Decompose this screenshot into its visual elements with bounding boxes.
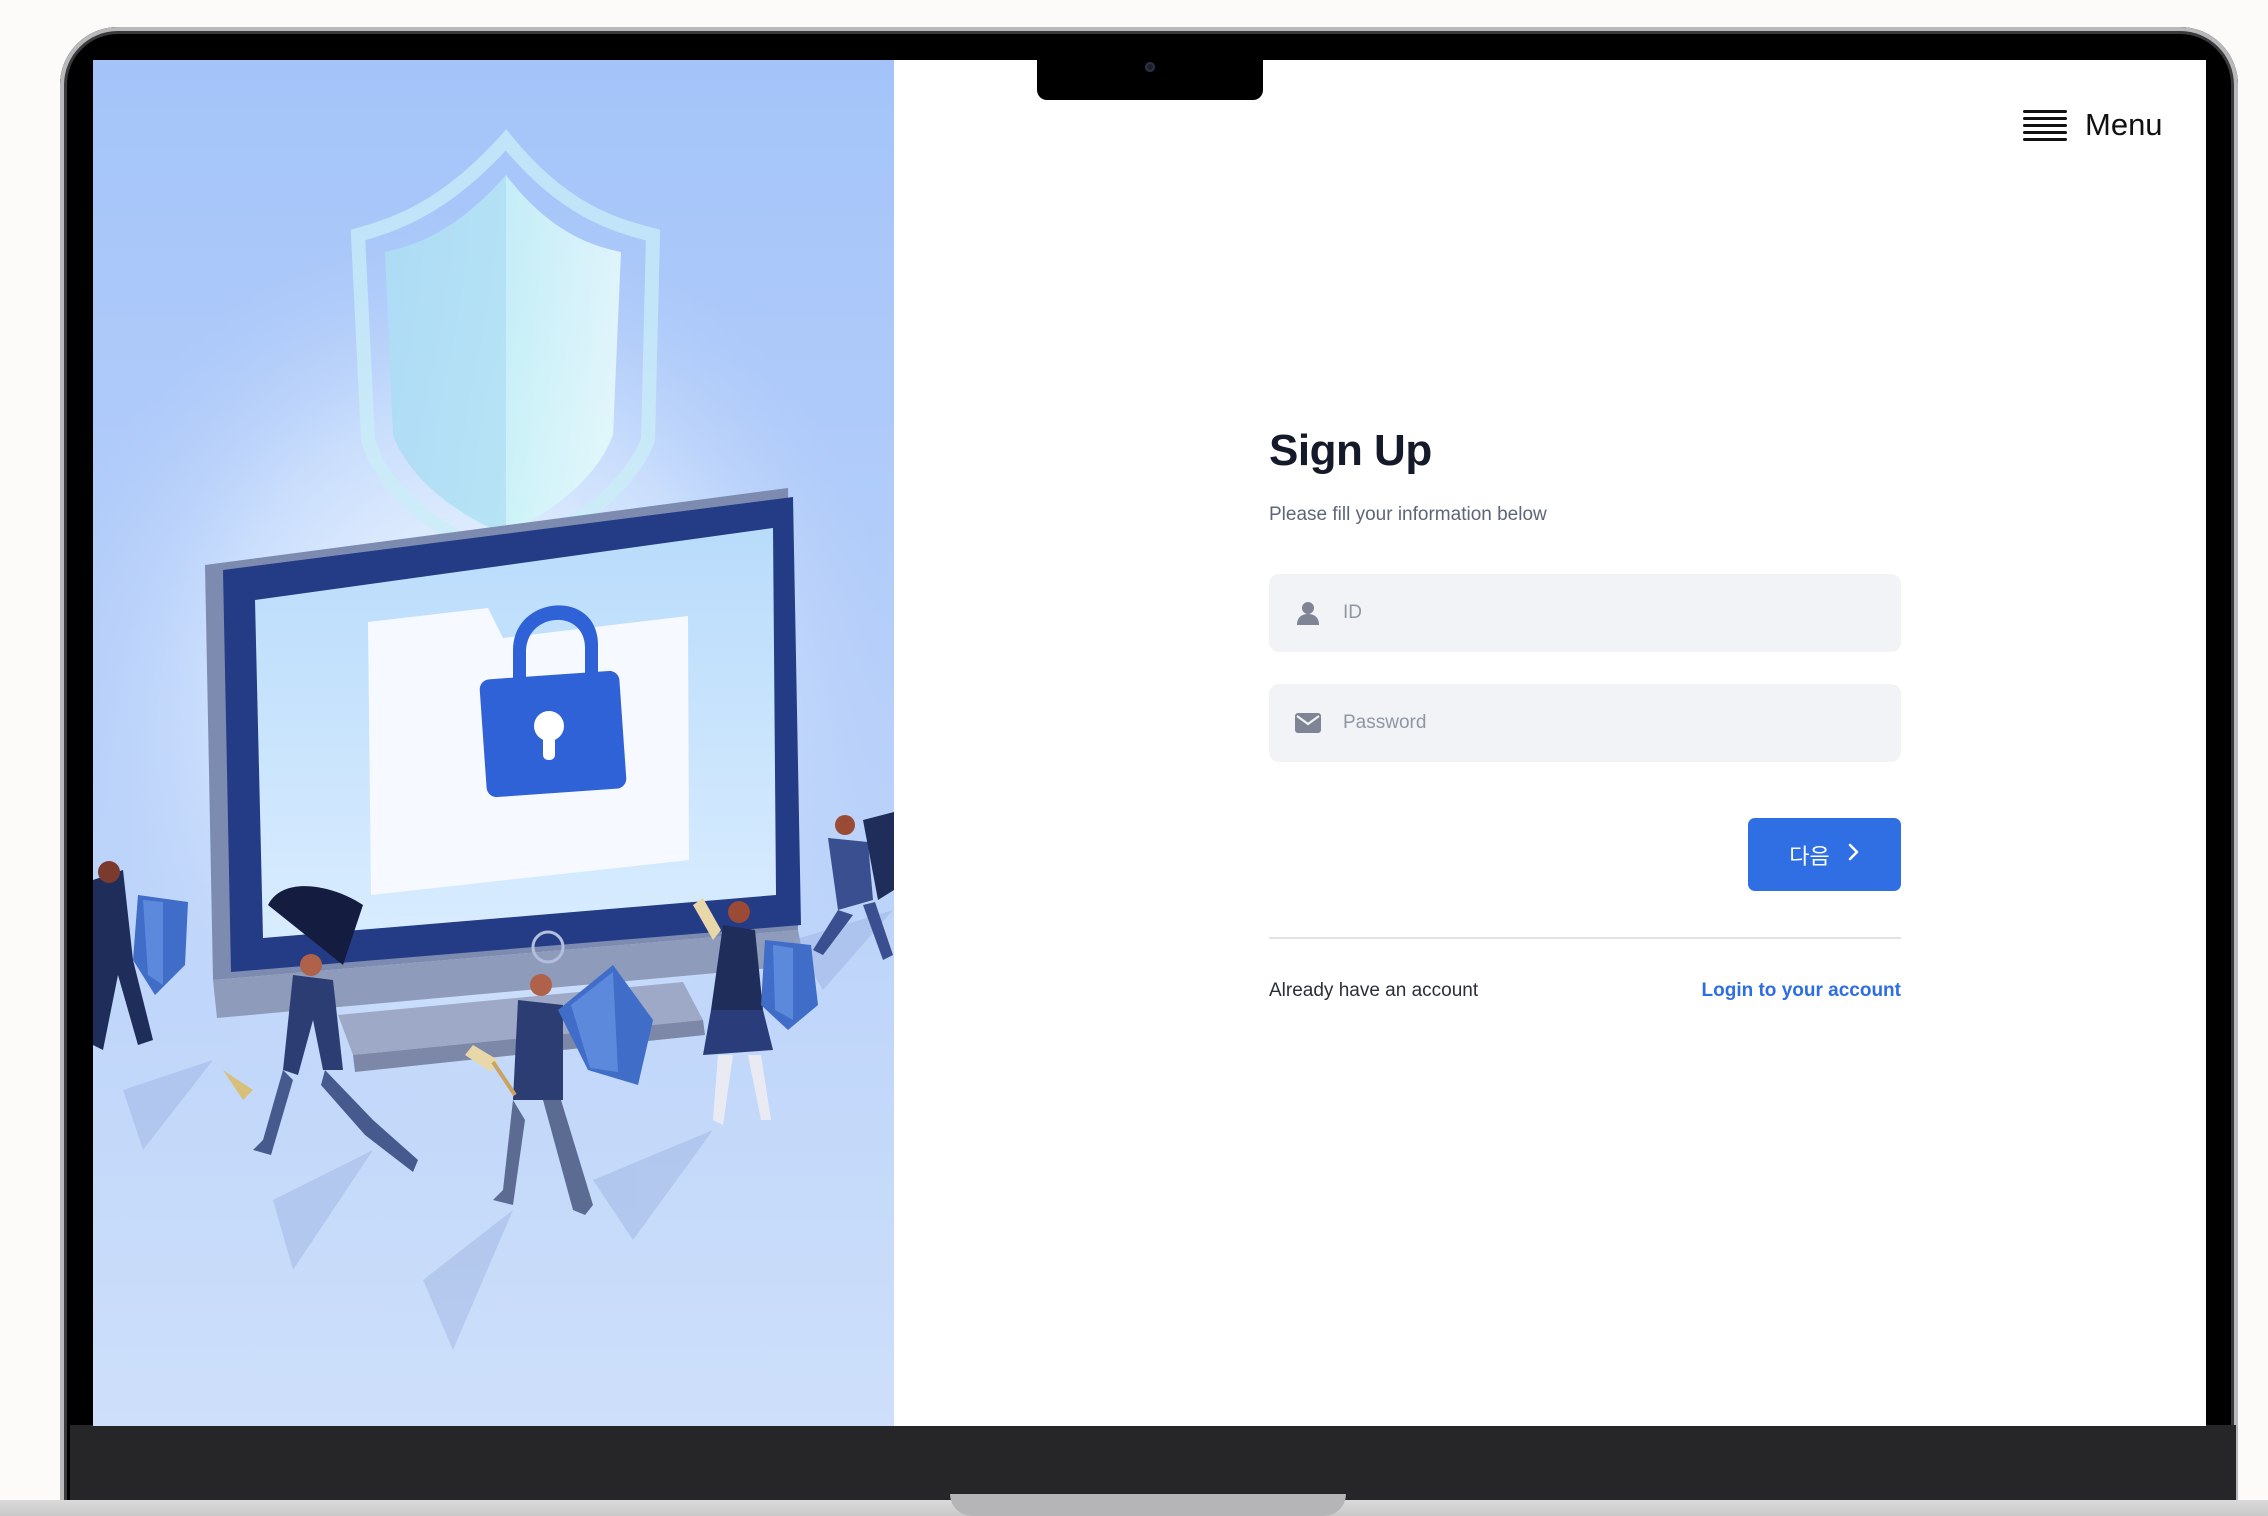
camera-icon (1145, 62, 1155, 72)
chevron-right-icon (1848, 842, 1860, 867)
password-input[interactable] (1341, 711, 1865, 735)
id-field[interactable] (1269, 574, 1901, 652)
id-input[interactable] (1341, 601, 1865, 625)
page-title: Sign Up (1269, 426, 1432, 475)
next-button-label: 다음 (1789, 844, 1830, 870)
camera-notch (1037, 55, 1263, 100)
account-prompt: Already have an account (1269, 980, 1479, 1001)
hamburger-icon (2023, 109, 2067, 141)
laptop-base-notch (950, 1494, 1346, 1516)
page-subtitle: Please fill your information below (1269, 504, 1547, 525)
user-icon (1295, 600, 1321, 626)
divider (1269, 937, 1901, 939)
next-button[interactable]: 다음 (1748, 818, 1901, 891)
security-illustration (93, 129, 894, 1350)
envelope-icon (1295, 710, 1321, 736)
login-link[interactable]: Login to your account (1702, 980, 1902, 1002)
menu-label: Menu (2085, 107, 2163, 142)
password-field[interactable] (1269, 684, 1901, 762)
menu-button[interactable]: Menu (2023, 105, 2163, 145)
signup-form: Sign Up Please fill your information bel… (1269, 426, 1901, 1002)
shield-icon (350, 129, 661, 568)
screen: Menu Sign Up Please fill your informatio… (93, 60, 2206, 1426)
account-row: Already have an account Login to your ac… (1269, 980, 1901, 1002)
hero-illustration (93, 60, 894, 1426)
next-row: 다음 (1269, 818, 1901, 891)
